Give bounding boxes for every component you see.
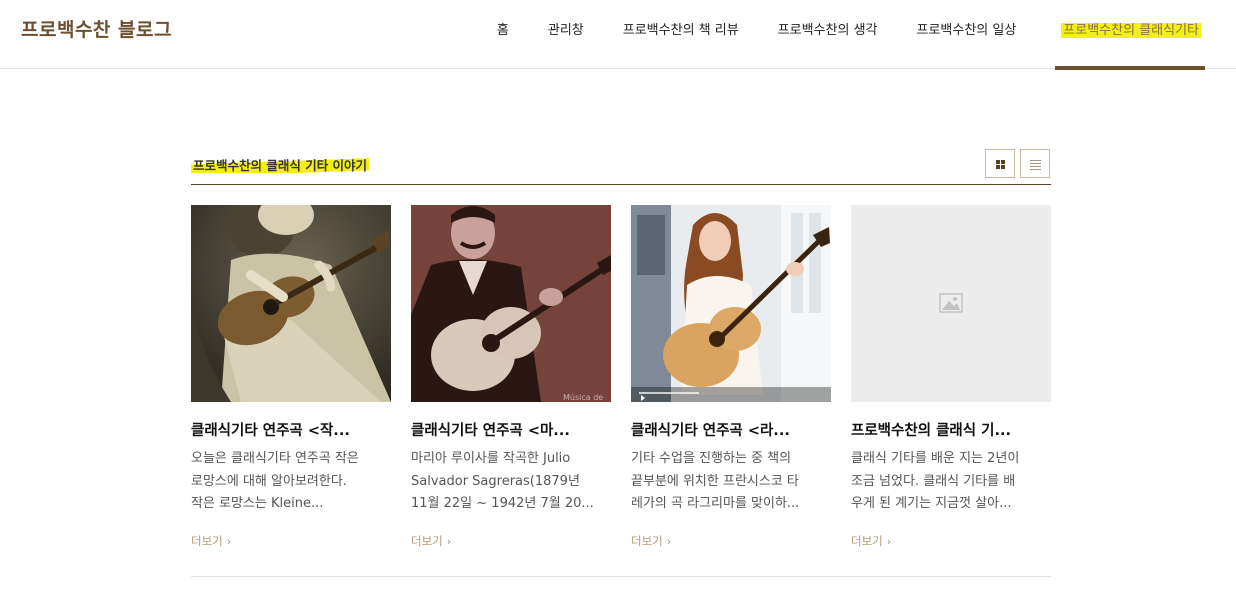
nav-item-label: 프로백수찬의 클래식기타 — [1061, 23, 1201, 38]
post-excerpt: 기타 수업을 진행하는 중 책의 끝부분에 위치한 프란시스코 타 레가의 곡 … — [631, 448, 831, 516]
man-with-mustache-playing-guitar-photo: Música de — [411, 205, 611, 402]
post-card: 클래식기타 연주곡 <작... 오늘은 클래식기타 연주곡 작은 로망스에 대해… — [191, 205, 391, 549]
read-more-label: 더보기 — [411, 534, 443, 548]
read-more-link[interactable]: 더보기 › — [191, 533, 391, 549]
nav-item-admin[interactable]: 관리창 — [548, 0, 584, 69]
main-nav: 홈 관리창 프로백수찬의 책 리뷰 프로백수찬의 생각 프로백수찬의 일상 프로… — [497, 0, 1205, 70]
read-more-label: 더보기 — [191, 534, 223, 548]
post-excerpt-line: Salvador Sagreras(1879년 — [411, 473, 580, 489]
list-view-button[interactable] — [1020, 149, 1050, 178]
post-card: 프로백수찬의 클래식 기... 클래식 기타를 배운 지는 2년이 조금 넘었다… — [851, 205, 1051, 549]
nav-item-thoughts[interactable]: 프로백수찬의 생각 — [778, 0, 878, 69]
post-title[interactable]: 클래식기타 연주곡 <라... — [631, 419, 831, 440]
post-excerpt-line: 끝부분에 위치한 프란시스코 타 — [631, 473, 799, 489]
nav-item-label: 프로백수찬의 일상 — [916, 23, 1017, 38]
post-excerpt: 클래식 기타를 배운 지는 2년이 조금 넘었다. 클래식 기타를 배 우게 된… — [851, 448, 1051, 516]
read-more-link[interactable]: 더보기 › — [631, 533, 831, 549]
read-more-label: 더보기 — [631, 534, 663, 548]
nav-item-label: 프로백수찬의 생각 — [777, 23, 878, 38]
post-excerpt-line: 조금 넘었다. 클래식 기타를 배 — [851, 473, 1016, 489]
section-divider — [191, 184, 1051, 185]
post-title[interactable]: 클래식기타 연주곡 <작... — [191, 419, 391, 440]
post-excerpt-line: 오늘은 클래식기타 연주곡 작은 — [191, 451, 359, 466]
post-thumbnail[interactable] — [631, 205, 831, 402]
bottom-divider — [191, 576, 1051, 577]
nav-item-book-review[interactable]: 프로백수찬의 책 리뷰 — [623, 0, 739, 69]
post-thumbnail[interactable] — [191, 205, 391, 402]
woman-playing-guitar-sepia-photo — [191, 205, 391, 402]
post-thumbnail[interactable]: Música de — [411, 205, 611, 402]
read-more-label: 더보기 — [851, 534, 883, 548]
nav-item-classic-guitar[interactable]: 프로백수찬의 클래식기타 — [1055, 0, 1205, 70]
section-title: 프로백수찬의 클래식 기타 이야기 — [191, 155, 370, 174]
site-header: 프로백수찬 블로그 홈 관리창 프로백수찬의 책 리뷰 프로백수찬의 생각 프로… — [0, 0, 1236, 70]
post-title[interactable]: 프로백수찬의 클래식 기... — [851, 419, 1051, 440]
post-excerpt-line: 작은 로망스는 Kleine... — [191, 496, 324, 511]
blog-logo[interactable]: 프로백수찬 블로그 — [21, 15, 172, 42]
post-excerpt-line: 레가의 곡 라그리마를 맞이하... — [631, 496, 800, 511]
post-thumbnail[interactable] — [851, 205, 1051, 402]
post-card: Música de 클래식기타 연주곡 <마... 마리아 루이사를 작곡한 J… — [411, 205, 611, 549]
nav-item-daily[interactable]: 프로백수찬의 일상 — [916, 0, 1016, 69]
post-card: 클래식기타 연주곡 <라... 기타 수업을 진행하는 중 책의 끝부분에 위치… — [631, 205, 831, 549]
woman-playing-classical-guitar-video-still — [631, 205, 831, 402]
read-more-link[interactable]: 더보기 › — [851, 533, 1051, 549]
chevron-right-icon: › — [886, 535, 892, 548]
post-excerpt-line: 11월 22일 ~ 1942년 7월 20... — [411, 496, 594, 511]
post-excerpt: 마리아 루이사를 작곡한 Julio Salvador Sagreras(187… — [411, 448, 611, 516]
post-title[interactable]: 클래식기타 연주곡 <마... — [411, 419, 611, 440]
post-excerpt-line: 로망스에 대해 알아보려한다. — [191, 473, 347, 489]
nav-item-home[interactable]: 홈 — [497, 0, 509, 69]
post-excerpt-line: 기타 수업을 진행하는 중 책의 — [631, 451, 792, 466]
chevron-right-icon: › — [666, 535, 672, 548]
read-more-link[interactable]: 더보기 › — [411, 533, 611, 549]
post-excerpt-line: 마리아 루이사를 작곡한 Julio — [411, 451, 571, 466]
photo-watermark: Música de — [563, 393, 603, 402]
list-view-icon — [1030, 159, 1041, 170]
section-title-text: 프로백수찬의 클래식 기타 이야기 — [191, 158, 370, 173]
grid-view-icon — [996, 160, 1005, 169]
grid-view-button[interactable] — [985, 149, 1015, 178]
nav-item-label: 프로백수찬의 책 리뷰 — [622, 23, 739, 38]
image-placeholder-icon — [851, 205, 1051, 402]
post-excerpt-line: 클래식 기타를 배운 지는 2년이 — [851, 451, 1020, 466]
nav-item-label: 홈 — [496, 23, 509, 38]
post-excerpt: 오늘은 클래식기타 연주곡 작은 로망스에 대해 알아보려한다. 작은 로망스는… — [191, 448, 391, 516]
chevron-right-icon: › — [226, 535, 232, 548]
post-excerpt-line: 우게 된 계기는 지금껏 살아... — [851, 496, 1012, 511]
nav-item-label: 관리창 — [547, 23, 584, 38]
chevron-right-icon: › — [446, 535, 452, 548]
